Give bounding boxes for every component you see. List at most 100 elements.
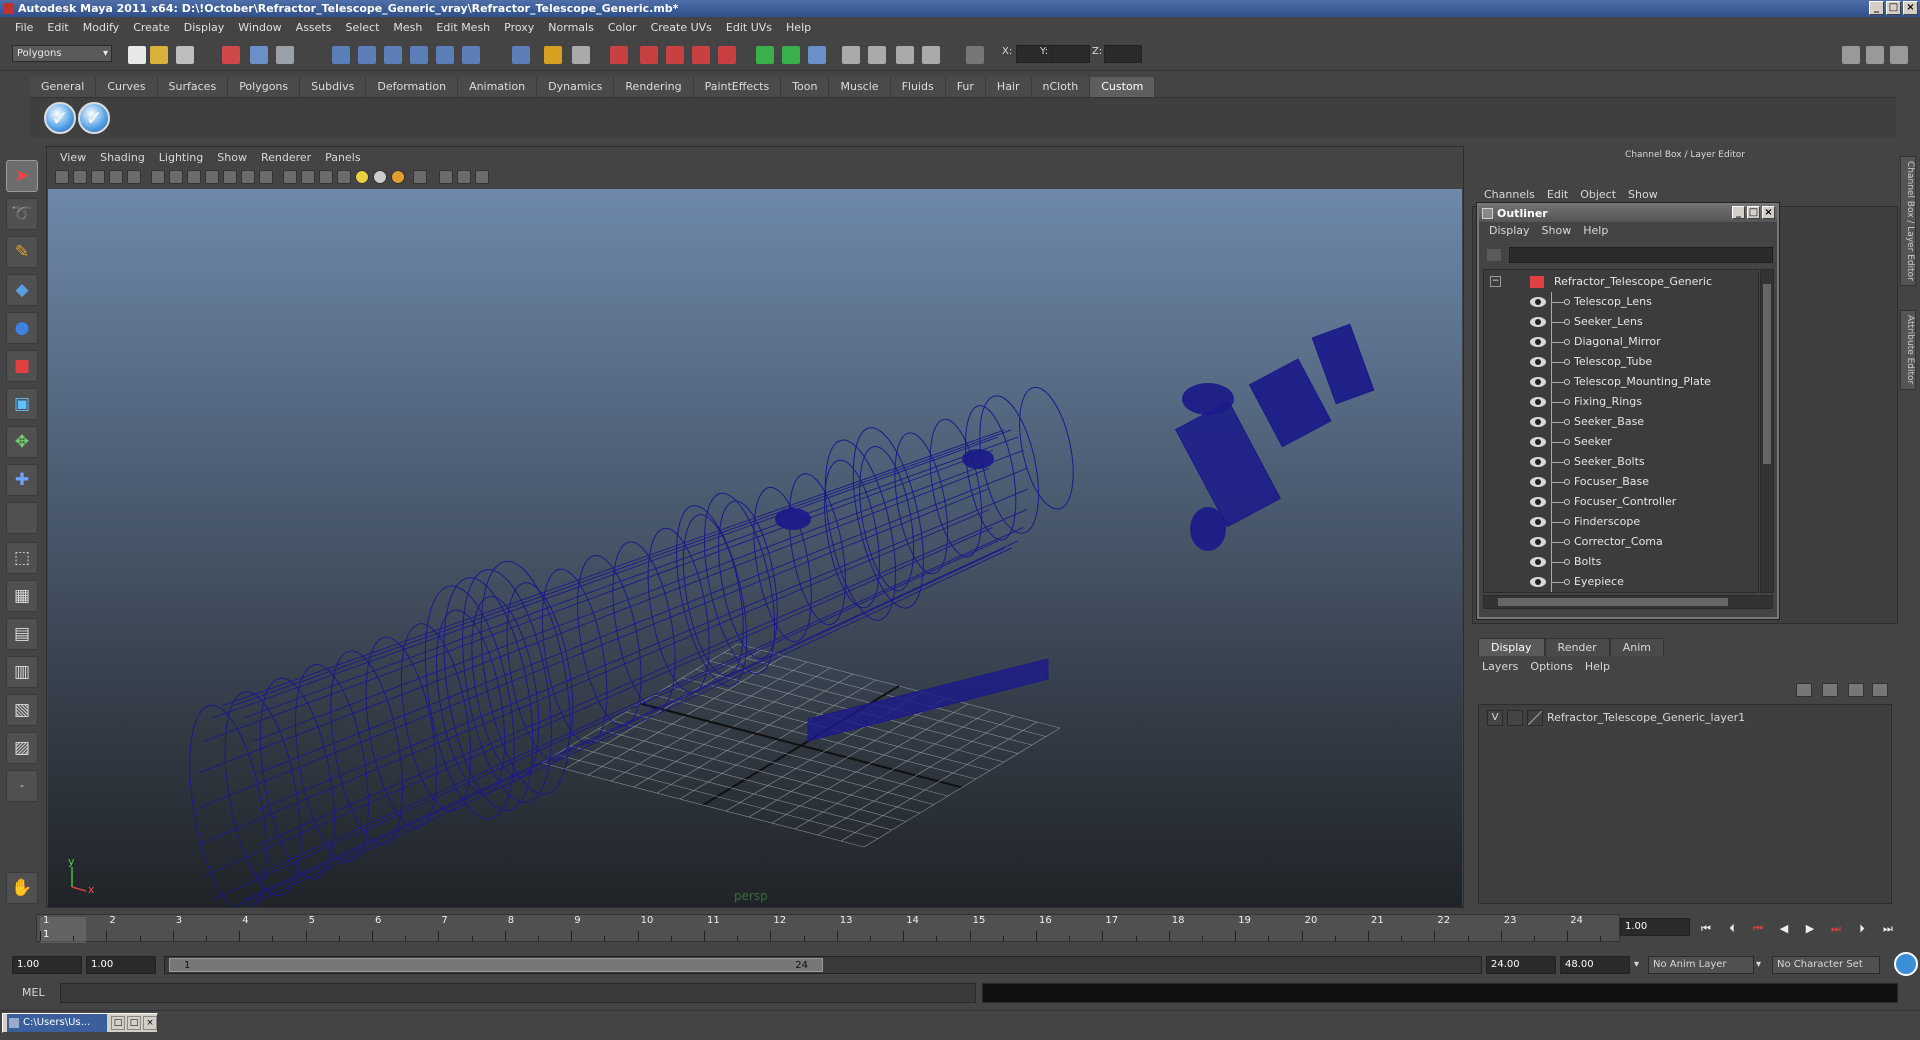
outliner-item[interactable]: Seeker_Lens [1484,312,1758,332]
playback-end-field[interactable]: 24.00 [1486,956,1556,974]
shadows-icon[interactable] [391,170,405,184]
shelf-tab-general[interactable]: General [30,77,97,97]
menu-modify[interactable]: Modify [76,21,126,34]
shelf-tab-ncloth[interactable]: nCloth [1031,77,1091,97]
menu-file[interactable]: File [8,21,40,34]
outliner-minimize-button[interactable]: _ [1732,206,1745,219]
outliner-search-input[interactable] [1509,247,1773,263]
layout-outliner-persp[interactable]: ▤ [6,618,38,650]
outliner-item[interactable]: Bolts [1484,552,1758,572]
step-back-frame-icon[interactable]: ⏴ [1724,922,1740,936]
new-layer-selected-icon[interactable] [1822,683,1838,697]
viewport-menu-lighting[interactable]: Lighting [152,151,210,164]
outliner-root-row[interactable]: − Refractor_Telescope_Generic [1484,272,1758,292]
layer-name[interactable]: Refractor_Telescope_Generic_layer1 [1547,709,1745,727]
menu-select[interactable]: Select [338,21,386,34]
select-component-icon[interactable] [276,46,294,64]
new-layer-icon[interactable] [1796,683,1812,697]
wireframe-on-shaded-icon[interactable] [319,170,333,184]
menu-edit-uvs[interactable]: Edit UVs [719,21,779,34]
outliner-menu-help[interactable]: Help [1579,224,1616,242]
hotbox-tool[interactable]: ✋ [6,872,38,904]
layout-single-perspective[interactable]: ⬚ [6,542,38,574]
shelf-tab-muscle[interactable]: Muscle [829,77,891,97]
shelf-tab-polygons[interactable]: Polygons [228,77,301,97]
layer-menu-options[interactable]: Options [1526,660,1580,678]
current-frame-field[interactable]: 1.00 [1620,918,1690,936]
play-backwards-icon[interactable]: ◀ [1776,922,1792,936]
outliner-titlebar[interactable]: Outliner _ □ × [1479,205,1777,222]
new-scene-icon[interactable] [128,46,146,64]
field-chart-icon[interactable] [223,170,237,184]
snap-point-icon[interactable] [384,46,402,64]
time-slider-track[interactable]: 1 1 2 3 4 5 6 7 8 9 10 11 12 13 14 15 16 17 18 19 20 21 22 23 2… [36,914,1620,943]
maximize-window-button[interactable]: □ [127,1016,141,1030]
sculpt-icon[interactable] [896,46,914,64]
auto-key-icon[interactable] [1894,952,1918,976]
custom-shelf-button-1[interactable]: ✓ [44,102,76,134]
menu-display[interactable]: Display [177,21,232,34]
menu-create[interactable]: Create [126,21,177,34]
shelf-tab-curves[interactable]: Curves [96,77,158,97]
viewport-menu-panels[interactable]: Panels [318,151,367,164]
xray-icon[interactable] [413,170,427,184]
anim-layer-dropdown-arrow[interactable]: ▾ [1634,959,1639,970]
minimize-button[interactable]: _ [1869,1,1884,15]
last-tool[interactable] [6,502,38,534]
outliner-vertical-scrollbar[interactable] [1760,269,1774,593]
outliner-maximize-button[interactable]: □ [1747,206,1760,219]
mel-command-input[interactable] [60,983,976,1003]
layout-four-view[interactable]: ▦ [6,580,38,612]
layout-hypershade-persp[interactable]: ▧ [6,694,38,726]
step-forward-key-icon[interactable]: ⏭ [1828,922,1844,936]
layer-tab-render[interactable]: Render [1544,638,1610,656]
outliner-item[interactable]: Telescop_Mounting_Plate [1484,372,1758,392]
hypershade-icon[interactable] [692,46,710,64]
channel-layout-icon[interactable] [1866,46,1884,64]
safe-action-icon[interactable] [241,170,255,184]
outliner-item[interactable]: Diagonal_Mirror [1484,332,1758,352]
layer-menu-layers[interactable]: Layers [1478,660,1526,678]
input-line-icon[interactable] [756,46,774,64]
safe-title-icon[interactable] [259,170,273,184]
animation-start-field[interactable]: 1.00 [12,956,82,974]
animation-end-field[interactable]: 48.00 [1560,956,1630,974]
layout-icon[interactable] [922,46,940,64]
shelf-options-strip[interactable] [0,77,30,137]
viewport-menu-show[interactable]: Show [210,151,254,164]
menu-assets[interactable]: Assets [289,21,339,34]
layout-custom[interactable]: ▨ [6,732,38,764]
z-field[interactable] [1104,45,1142,63]
go-to-end-icon[interactable]: ⏭ [1880,922,1896,936]
attribute-layout-icon[interactable] [1890,46,1908,64]
close-window-button[interactable]: × [143,1016,157,1030]
viewport-menu-renderer[interactable]: Renderer [254,151,318,164]
menu-set-dropdown[interactable]: Polygons [12,45,112,62]
shelf-tab-rendering[interactable]: Rendering [614,77,694,97]
gate-mask-icon[interactable] [205,170,219,184]
layer-row[interactable]: V Refractor_Telescope_Generic_layer1 [1483,709,1887,727]
all-lights-icon[interactable] [373,170,387,184]
camera-attributes-icon[interactable] [73,170,87,184]
render-view-icon[interactable] [718,46,736,64]
layout-graph-persp[interactable]: ▥ [6,656,38,688]
collapse-toggle-icon[interactable]: − [1490,276,1501,287]
shelf-tab-painteffects[interactable]: PaintEffects [693,77,782,97]
image-plane-icon[interactable] [109,170,123,184]
show-channel-box-icon[interactable] [868,46,886,64]
scroll-thumb[interactable] [1763,284,1771,464]
menu-normals[interactable]: Normals [541,21,601,34]
save-scene-icon[interactable] [176,46,194,64]
shelf-tab-animation[interactable]: Animation [458,77,538,97]
select-object-icon[interactable] [250,46,268,64]
menu-window[interactable]: Window [231,21,288,34]
play-forwards-icon[interactable]: ▶ [1802,922,1818,936]
outliner-item[interactable]: Eyepiece [1484,572,1758,592]
shelf-tab-fur[interactable]: Fur [945,77,986,97]
show-attribute-editor-icon[interactable] [808,46,826,64]
layer-playback-toggle[interactable] [1507,710,1523,726]
smooth-shade-icon[interactable] [301,170,315,184]
share-icon[interactable] [475,170,489,184]
lasso-tool[interactable]: ➰ [6,198,38,230]
outliner-item[interactable]: Finderscope [1484,512,1758,532]
